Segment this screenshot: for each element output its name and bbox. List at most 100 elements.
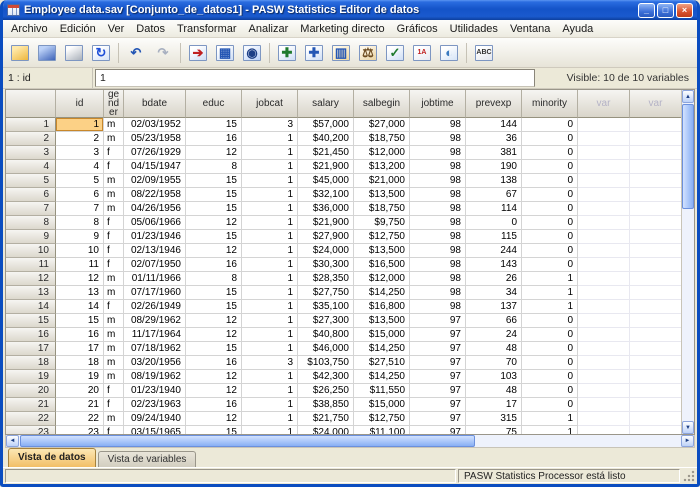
cell-jobcat-row2[interactable]: 1 <box>242 132 298 146</box>
cell-bdate-row8[interactable]: 05/06/1966 <box>124 216 186 230</box>
cell-educ-row17[interactable]: 15 <box>186 342 242 356</box>
cell-jobcat-row7[interactable]: 1 <box>242 202 298 216</box>
cell-jobtime-row11[interactable]: 98 <box>410 258 466 272</box>
goto-case-icon[interactable]: ➔ <box>185 41 211 65</box>
cell-var1-row11[interactable] <box>578 258 630 272</box>
cell-minority-row7[interactable]: 0 <box>522 202 578 216</box>
horizontal-scroll-thumb[interactable] <box>20 435 475 447</box>
maximize-button[interactable]: □ <box>657 3 674 18</box>
cell-id-row16[interactable]: 16 <box>56 328 104 342</box>
cell-id-row18[interactable]: 18 <box>56 356 104 370</box>
split-file-icon[interactable]: ▥ <box>328 41 354 65</box>
cell-var1-row7[interactable] <box>578 202 630 216</box>
cell-jobtime-row1[interactable]: 98 <box>410 118 466 132</box>
cell-bdate-row22[interactable]: 09/24/1940 <box>124 412 186 426</box>
cell-var2-row3[interactable] <box>630 146 682 160</box>
cell-jobtime-row13[interactable]: 98 <box>410 286 466 300</box>
redo-icon[interactable]: ↷ <box>150 41 176 65</box>
cell-bdate-row7[interactable]: 04/26/1956 <box>124 202 186 216</box>
cell-gender-row2[interactable]: m <box>104 132 124 146</box>
cell-salbegin-row15[interactable]: $13,500 <box>354 314 410 328</box>
column-header-salbegin[interactable]: salbegin <box>354 90 410 118</box>
cell-jobcat-row5[interactable]: 1 <box>242 174 298 188</box>
cell-var1-row13[interactable] <box>578 286 630 300</box>
cell-educ-row6[interactable]: 15 <box>186 188 242 202</box>
cell-var2-row7[interactable] <box>630 202 682 216</box>
cell-prevexp-row7[interactable]: 114 <box>466 202 522 216</box>
cell-educ-row7[interactable]: 15 <box>186 202 242 216</box>
cell-salary-row21[interactable]: $38,850 <box>298 398 354 412</box>
cell-educ-row16[interactable]: 12 <box>186 328 242 342</box>
cell-minority-row18[interactable]: 0 <box>522 356 578 370</box>
vertical-scrollbar[interactable]: ▲ ▼ <box>681 90 694 434</box>
cell-jobcat-row21[interactable]: 1 <box>242 398 298 412</box>
cell-id-row4[interactable]: 4 <box>56 160 104 174</box>
cell-gender-row15[interactable]: m <box>104 314 124 328</box>
cell-prevexp-row6[interactable]: 67 <box>466 188 522 202</box>
cell-var2-row23[interactable] <box>630 426 682 435</box>
cell-gender-row18[interactable]: m <box>104 356 124 370</box>
cell-minority-row2[interactable]: 0 <box>522 132 578 146</box>
cell-bdate-row21[interactable]: 02/23/1963 <box>124 398 186 412</box>
cell-jobcat-row13[interactable]: 1 <box>242 286 298 300</box>
cell-gender-row9[interactable]: f <box>104 230 124 244</box>
cell-gender-row22[interactable]: m <box>104 412 124 426</box>
cell-gender-row19[interactable]: m <box>104 370 124 384</box>
cell-salbegin-row3[interactable]: $12,000 <box>354 146 410 160</box>
cell-minority-row19[interactable]: 0 <box>522 370 578 384</box>
cell-bdate-row17[interactable]: 07/18/1962 <box>124 342 186 356</box>
cell-jobcat-row1[interactable]: 3 <box>242 118 298 132</box>
cell-jobtime-row12[interactable]: 98 <box>410 272 466 286</box>
cell-jobcat-row23[interactable]: 1 <box>242 426 298 435</box>
cell-jobcat-row9[interactable]: 1 <box>242 230 298 244</box>
cell-salary-row12[interactable]: $28,350 <box>298 272 354 286</box>
cell-var2-row5[interactable] <box>630 174 682 188</box>
cell-id-row3[interactable]: 3 <box>56 146 104 160</box>
cell-bdate-row2[interactable]: 05/23/1958 <box>124 132 186 146</box>
cell-minority-row1[interactable]: 0 <box>522 118 578 132</box>
cell-id-row13[interactable]: 13 <box>56 286 104 300</box>
cell-salary-row8[interactable]: $21,900 <box>298 216 354 230</box>
cell-id-row22[interactable]: 22 <box>56 412 104 426</box>
row-header-21[interactable]: 21 <box>6 398 56 412</box>
cell-jobcat-row6[interactable]: 1 <box>242 188 298 202</box>
cell-jobtime-row20[interactable]: 97 <box>410 384 466 398</box>
insert-variable-icon[interactable]: ✚ <box>301 41 327 65</box>
cell-var2-row22[interactable] <box>630 412 682 426</box>
cell-salbegin-row21[interactable]: $15,000 <box>354 398 410 412</box>
cell-bdate-row12[interactable]: 01/11/1966 <box>124 272 186 286</box>
cell-salary-row16[interactable]: $40,800 <box>298 328 354 342</box>
minimize-button[interactable]: _ <box>638 3 655 18</box>
cell-jobcat-row17[interactable]: 1 <box>242 342 298 356</box>
cell-gender-row6[interactable]: m <box>104 188 124 202</box>
cell-salary-row11[interactable]: $30,300 <box>298 258 354 272</box>
row-header-14[interactable]: 14 <box>6 300 56 314</box>
cell-var1-row19[interactable] <box>578 370 630 384</box>
menu-item-datos[interactable]: Datos <box>130 22 171 36</box>
cell-prevexp-row19[interactable]: 103 <box>466 370 522 384</box>
cell-educ-row18[interactable]: 16 <box>186 356 242 370</box>
cell-var1-row17[interactable] <box>578 342 630 356</box>
row-header-13[interactable]: 13 <box>6 286 56 300</box>
cell-minority-row14[interactable]: 1 <box>522 300 578 314</box>
cell-var2-row11[interactable] <box>630 258 682 272</box>
cell-gender-row16[interactable]: m <box>104 328 124 342</box>
cell-bdate-row10[interactable]: 02/13/1946 <box>124 244 186 258</box>
cell-var1-row12[interactable] <box>578 272 630 286</box>
cell-salary-row1[interactable]: $57,000 <box>298 118 354 132</box>
menu-item-graficos[interactable]: Gráficos <box>391 22 444 36</box>
cell-salbegin-row4[interactable]: $13,200 <box>354 160 410 174</box>
cell-bdate-row11[interactable]: 02/07/1950 <box>124 258 186 272</box>
cell-jobcat-row10[interactable]: 1 <box>242 244 298 258</box>
cell-salary-row20[interactable]: $26,250 <box>298 384 354 398</box>
cell-id-row10[interactable]: 10 <box>56 244 104 258</box>
cell-salary-row10[interactable]: $24,000 <box>298 244 354 258</box>
save-icon[interactable] <box>34 41 60 65</box>
cell-jobtime-row16[interactable]: 97 <box>410 328 466 342</box>
cell-salary-row13[interactable]: $27,750 <box>298 286 354 300</box>
cell-educ-row15[interactable]: 12 <box>186 314 242 328</box>
cell-prevexp-row13[interactable]: 34 <box>466 286 522 300</box>
menu-item-marketing-directo[interactable]: Marketing directo <box>294 22 390 36</box>
cell-salbegin-row17[interactable]: $14,250 <box>354 342 410 356</box>
cell-salbegin-row9[interactable]: $12,750 <box>354 230 410 244</box>
